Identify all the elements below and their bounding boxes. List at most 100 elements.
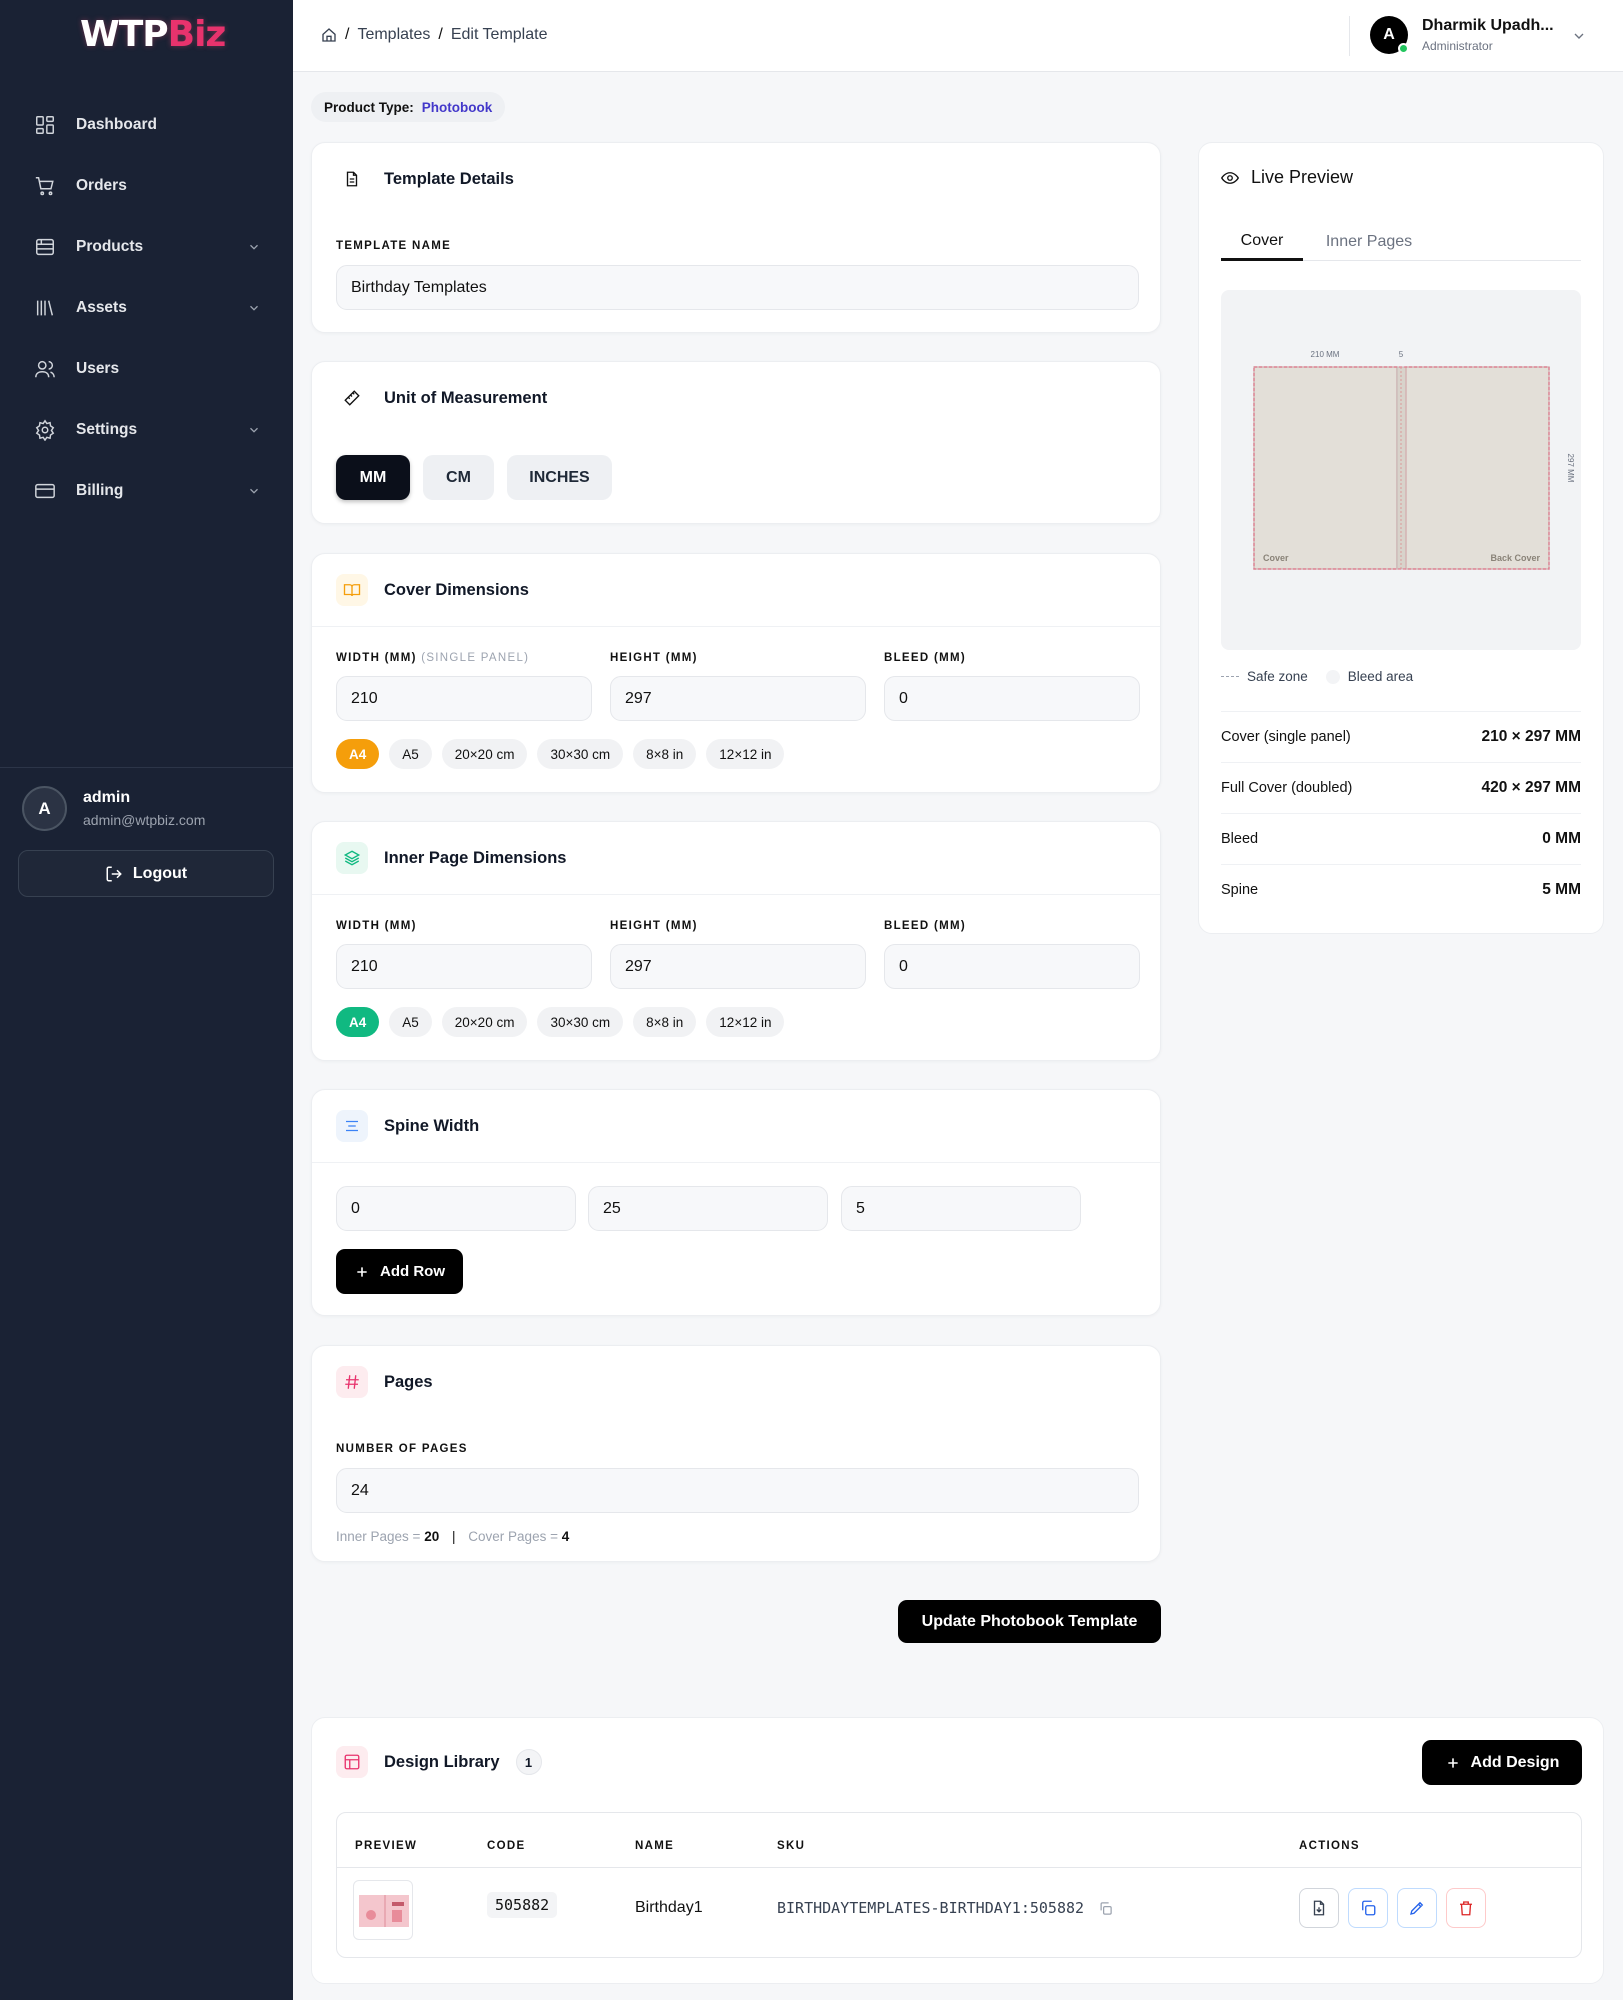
unit-inches-button[interactable]: INCHES	[507, 455, 612, 500]
column-header-code: CODE	[487, 1840, 526, 1852]
inner-width-input[interactable]: 210	[336, 944, 592, 989]
inner-bleed-label: BLEED (MM)	[884, 920, 966, 932]
preset-30x30cm[interactable]: 30×30 cm	[537, 739, 624, 769]
inner-bleed-input[interactable]: 0	[884, 944, 1140, 989]
document-icon	[346, 171, 358, 187]
sidebar-item-dashboard[interactable]: Dashboard	[0, 94, 293, 155]
topbar: / Templates / Edit Template A Dharmik Up…	[293, 0, 1623, 72]
inner-dimensions-card: Inner Page Dimensions WIDTH (MM) HEIGHT …	[311, 821, 1161, 1061]
avatar-initial: A	[1383, 26, 1395, 43]
gear-icon	[35, 419, 55, 441]
product-type-label: Product Type:	[324, 99, 414, 115]
duplicate-design-button[interactable]	[1348, 1888, 1388, 1928]
unit-mm-button[interactable]: MM	[336, 455, 410, 500]
user-menu[interactable]: A Dharmik Upadh... Administrator	[1370, 16, 1554, 54]
pencil-icon	[1410, 1901, 1424, 1915]
export-design-button[interactable]	[1299, 1888, 1339, 1928]
stat-label: Spine	[1221, 882, 1259, 898]
cover-height-input[interactable]: 297	[610, 676, 866, 721]
delete-design-button[interactable]	[1446, 1888, 1486, 1928]
sidebar-item-orders[interactable]: Orders	[0, 155, 293, 216]
preset-8x8in[interactable]: 8×8 in	[633, 1007, 697, 1037]
sidebar-user-name: admin	[83, 789, 131, 806]
canvas-width-label: 210 MM	[1311, 350, 1340, 359]
preset-a4[interactable]: A4	[336, 739, 380, 769]
sidebar-item-label: Settings	[76, 420, 138, 438]
count-badge: 1	[515, 1749, 542, 1775]
edit-design-button[interactable]	[1397, 1888, 1437, 1928]
copy-icon[interactable]	[1098, 1901, 1113, 1916]
card-header: Unit of Measurement	[336, 382, 547, 414]
unit-cm-button[interactable]: CM	[423, 455, 494, 500]
card-icon	[336, 163, 368, 195]
breadcrumb-templates[interactable]: Templates	[357, 26, 430, 44]
sidebar-item-assets[interactable]: Assets	[0, 277, 293, 338]
spine-max-input[interactable]: 25	[588, 1186, 828, 1231]
spine-width-input[interactable]: 5	[841, 1186, 1081, 1231]
design-library-card: Design Library 1 Add Design PREVIEW CODE…	[311, 1717, 1604, 1984]
stat-row: Cover (single panel) 210 × 297 MM	[1221, 711, 1581, 762]
tab-cover[interactable]: Cover	[1221, 223, 1303, 261]
add-design-button[interactable]: Add Design	[1422, 1740, 1582, 1785]
sidebar-item-label: Orders	[76, 176, 127, 194]
cover-width-input[interactable]: 210	[336, 676, 592, 721]
home-icon[interactable]	[321, 27, 337, 43]
chevron-down-icon[interactable]	[1571, 28, 1587, 44]
tab-inner-pages[interactable]: Inner Pages	[1319, 223, 1419, 261]
sidebar-nav: Dashboard Orders Products Assets Users S…	[0, 94, 293, 521]
add-row-button[interactable]: Add Row	[336, 1249, 463, 1294]
chevron-down-icon	[250, 427, 258, 433]
brand-logo[interactable]: WTPBiz	[80, 14, 226, 55]
preset-20x20cm[interactable]: 20×20 cm	[441, 739, 528, 769]
stat-label: Bleed	[1221, 831, 1259, 847]
logout-button[interactable]: Logout	[18, 850, 274, 897]
preview-header: Live Preview	[1221, 167, 1353, 188]
stat-row: Bleed 0 MM	[1221, 813, 1581, 864]
sidebar-item-settings[interactable]: Settings	[0, 399, 293, 460]
card-title: Template Details	[384, 169, 514, 188]
hash-icon	[345, 1375, 359, 1389]
sidebar-item-label: Dashboard	[76, 115, 157, 133]
bleed-area-swatch	[1325, 669, 1340, 684]
stat-row: Spine 5 MM	[1221, 864, 1581, 915]
template-name-input[interactable]: Birthday Templates	[336, 265, 1139, 310]
sidebar-item-users[interactable]: Users	[0, 338, 293, 399]
topbar-divider	[1349, 16, 1350, 56]
preset-12x12in[interactable]: 12×12 in	[706, 739, 785, 769]
sidebar-user: A admin admin@wtpbiz.com	[22, 786, 205, 831]
pages-breakdown: Inner Pages = 20 | Cover Pages = 4	[336, 1529, 569, 1544]
pages-count-label: NUMBER OF PAGES	[336, 1443, 468, 1455]
avatar: A	[1370, 16, 1409, 54]
inner-height-input[interactable]: 297	[610, 944, 866, 989]
design-thumbnail[interactable]	[353, 1880, 413, 1940]
preset-20x20cm[interactable]: 20×20 cm	[441, 1007, 528, 1037]
breadcrumb: / Templates / Edit Template	[321, 26, 547, 44]
column-header-actions: ACTIONS	[1299, 1840, 1360, 1852]
sidebar-item-products[interactable]: Products	[0, 216, 293, 277]
sidebar-item-billing[interactable]: Billing	[0, 460, 293, 521]
preset-a5[interactable]: A5	[389, 739, 432, 769]
online-status-dot	[1398, 43, 1409, 54]
column-header-preview: PREVIEW	[355, 1840, 418, 1852]
preset-a4[interactable]: A4	[336, 1007, 380, 1037]
sidebar-item-label: Billing	[76, 481, 124, 499]
cover-dimensions-card: Cover Dimensions WIDTH (MM) (SINGLE PANE…	[311, 553, 1161, 793]
spine-min-input[interactable]: 0	[336, 1186, 576, 1231]
card-icon	[336, 382, 368, 414]
preset-12x12in[interactable]: 12×12 in	[706, 1007, 785, 1037]
layout-icon	[344, 1754, 360, 1770]
card-title: Cover Dimensions	[384, 580, 529, 599]
label-text: WIDTH (MM)	[336, 652, 417, 664]
cover-bleed-input[interactable]: 0	[884, 676, 1140, 721]
table-divider	[337, 1867, 1581, 1868]
label-subtext: (SINGLE PANEL)	[421, 652, 530, 664]
update-template-button[interactable]: Update Photobook Template	[898, 1600, 1161, 1643]
canvas-spine-label: 5	[1399, 350, 1404, 359]
trash-icon	[1460, 1901, 1472, 1916]
preset-30x30cm[interactable]: 30×30 cm	[537, 1007, 624, 1037]
preset-8x8in[interactable]: 8×8 in	[633, 739, 697, 769]
separator: |	[452, 1529, 456, 1544]
pages-count-input[interactable]: 24	[336, 1468, 1139, 1513]
preset-a5[interactable]: A5	[389, 1007, 432, 1037]
inner-pages-label: Inner Pages =	[336, 1529, 421, 1544]
